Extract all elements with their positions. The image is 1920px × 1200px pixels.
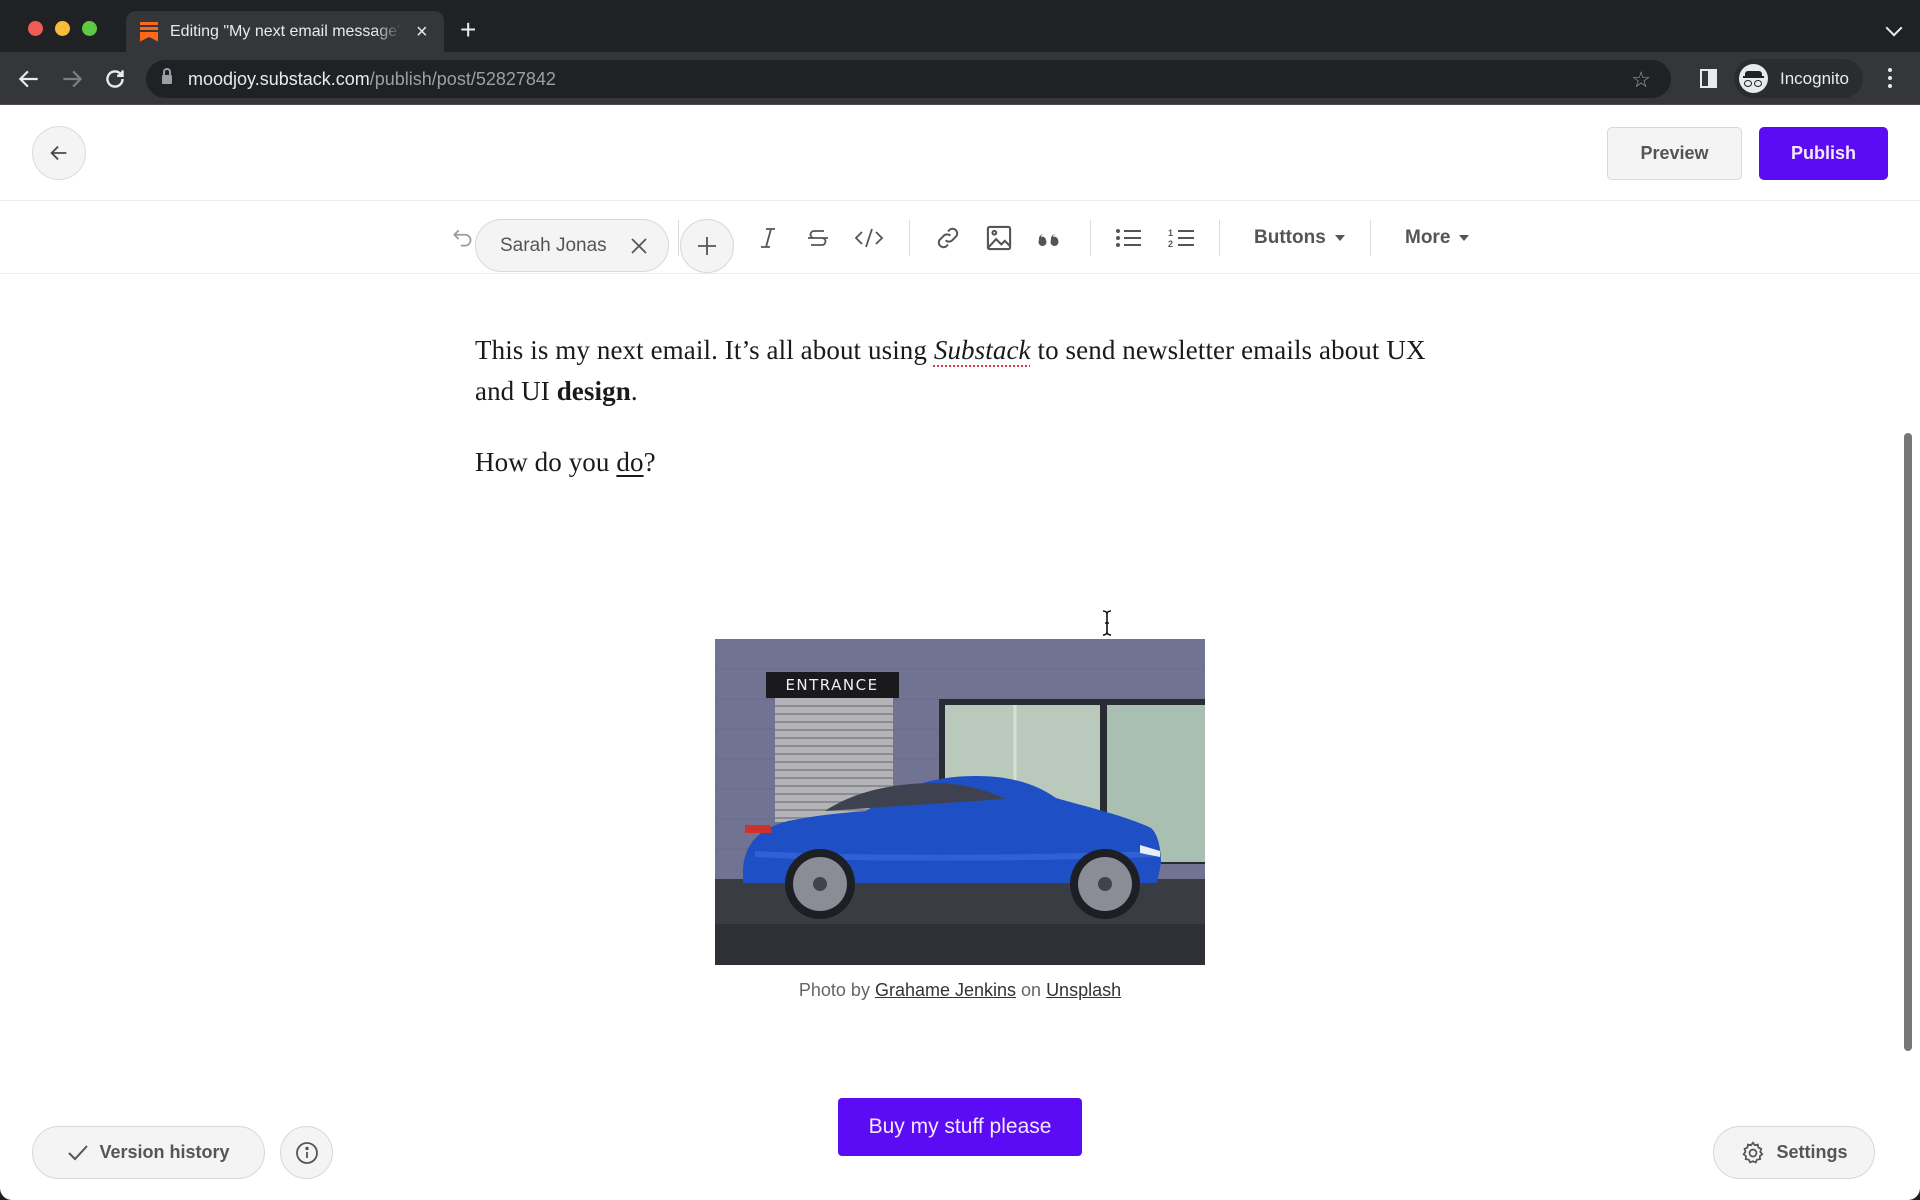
window-close-button[interactable]	[28, 21, 43, 36]
cta-button[interactable]: Buy my stuff please	[838, 1098, 1082, 1156]
formatting-toolbar: Style 12 Buttons	[0, 202, 1920, 274]
gear-icon	[1742, 1140, 1764, 1164]
checkmark-icon	[68, 1144, 89, 1160]
more-label: More	[1405, 227, 1451, 248]
entrance-sign-text: ENTRANCE	[785, 676, 878, 694]
toolbar-divider	[1219, 220, 1220, 256]
publish-button[interactable]: Publish	[1759, 127, 1888, 180]
caret-down-icon	[1334, 235, 1345, 241]
tab-title: Editing "My next email message"	[170, 22, 402, 40]
preview-button[interactable]: Preview	[1607, 127, 1742, 180]
toolbar-divider	[1090, 220, 1091, 256]
url-host: moodjoy.substack.com	[188, 68, 370, 89]
lock-icon[interactable]	[162, 68, 172, 85]
back-arrow-icon[interactable]	[16, 66, 42, 92]
text-cursor-icon	[1102, 610, 1112, 636]
browser-tab-active[interactable]: Editing "My next email message" ×	[126, 11, 444, 52]
text-run: This is my next email. It’s all about us…	[475, 335, 934, 365]
toolbar-divider	[678, 220, 679, 256]
settings-button[interactable]: Settings	[1713, 1126, 1875, 1179]
image-icon[interactable]	[984, 224, 1014, 252]
version-history-button[interactable]: Version history	[32, 1126, 265, 1179]
add-recipient-button[interactable]	[680, 219, 734, 273]
caret-down-icon	[1459, 235, 1470, 241]
side-panel-icon[interactable]	[1700, 69, 1717, 88]
body-paragraph[interactable]: This is my next email. It’s all about us…	[475, 330, 1450, 412]
reload-icon[interactable]	[102, 66, 128, 92]
window-minimize-button[interactable]	[55, 21, 70, 36]
browser-menu-icon[interactable]	[1888, 68, 1892, 88]
unsplash-link[interactable]: Unsplash	[1046, 980, 1121, 1000]
svg-text:2: 2	[1168, 239, 1173, 249]
caption-text: on	[1016, 980, 1047, 1000]
bold-word: design	[556, 376, 631, 406]
remove-recipient-icon[interactable]	[629, 236, 649, 256]
address-bar[interactable]: moodjoy.substack.com/publish/post/528278…	[146, 60, 1671, 98]
image-caption: Photo by Grahame Jenkins on Unsplash	[0, 980, 1920, 1001]
back-button[interactable]	[32, 126, 86, 180]
new-tab-button[interactable]: +	[460, 16, 476, 44]
plus-icon	[698, 237, 716, 255]
url-path: /publish/post/52827842	[369, 68, 556, 89]
svg-text:1: 1	[1168, 228, 1173, 238]
recipient-chip[interactable]: Sarah Jonas	[475, 219, 669, 272]
version-history-label: Version history	[99, 1142, 230, 1162]
arrow-left-icon	[50, 145, 67, 161]
buttons-dropdown[interactable]: Buttons	[1254, 224, 1345, 252]
tab-search-chevron-icon[interactable]	[1885, 19, 1903, 37]
forward-arrow-icon[interactable]	[59, 66, 85, 92]
toolbar-divider	[909, 220, 910, 256]
text-run: .	[630, 376, 638, 406]
incognito-profile-button[interactable]: Incognito	[1734, 59, 1863, 98]
more-dropdown[interactable]: More	[1405, 224, 1470, 252]
strikethrough-icon[interactable]	[804, 224, 832, 252]
window-zoom-button[interactable]	[82, 21, 97, 36]
page-scrollbar[interactable]	[1904, 433, 1912, 1051]
link-icon[interactable]	[933, 224, 963, 252]
bookmark-star-icon[interactable]: ☆	[1631, 67, 1651, 93]
settings-label: Settings	[1776, 1142, 1848, 1162]
text-run: ?	[643, 447, 656, 477]
toolbar-divider	[1370, 220, 1371, 256]
caption-text: Photo by	[798, 980, 875, 1000]
undo-icon[interactable]	[448, 224, 478, 252]
incognito-label: Incognito	[1780, 68, 1849, 88]
tab-close-icon[interactable]: ×	[416, 22, 428, 42]
body-paragraph[interactable]: How do you do?	[475, 442, 656, 483]
code-icon[interactable]	[853, 224, 885, 252]
post-image[interactable]: ENTRANCE	[715, 639, 1205, 965]
recipient-name: Sarah Jonas	[500, 234, 607, 256]
italic-icon[interactable]	[755, 224, 781, 252]
browser-toolbar: moodjoy.substack.com/publish/post/528278…	[0, 52, 1920, 105]
numbered-list-icon[interactable]: 12	[1166, 224, 1196, 252]
photographer-link[interactable]: Grahame Jenkins	[875, 980, 1016, 1000]
underlined-word: do	[616, 447, 644, 477]
buttons-label: Buttons	[1254, 227, 1326, 248]
info-button[interactable]	[280, 1126, 333, 1179]
browser-tab-bar: Editing "My next email message" × +	[0, 0, 1920, 52]
editor-page: Preview Publish Style	[0, 105, 1920, 1200]
bulleted-list-icon[interactable]	[1114, 224, 1144, 252]
italic-misspelled-word: Substack	[933, 335, 1031, 365]
blockquote-icon[interactable]	[1036, 224, 1064, 252]
incognito-icon	[1739, 64, 1768, 93]
info-icon	[295, 1141, 318, 1164]
editor-header: Preview Publish	[0, 105, 1920, 201]
text-run: How do you	[475, 447, 617, 477]
substack-favicon-icon	[140, 21, 158, 42]
